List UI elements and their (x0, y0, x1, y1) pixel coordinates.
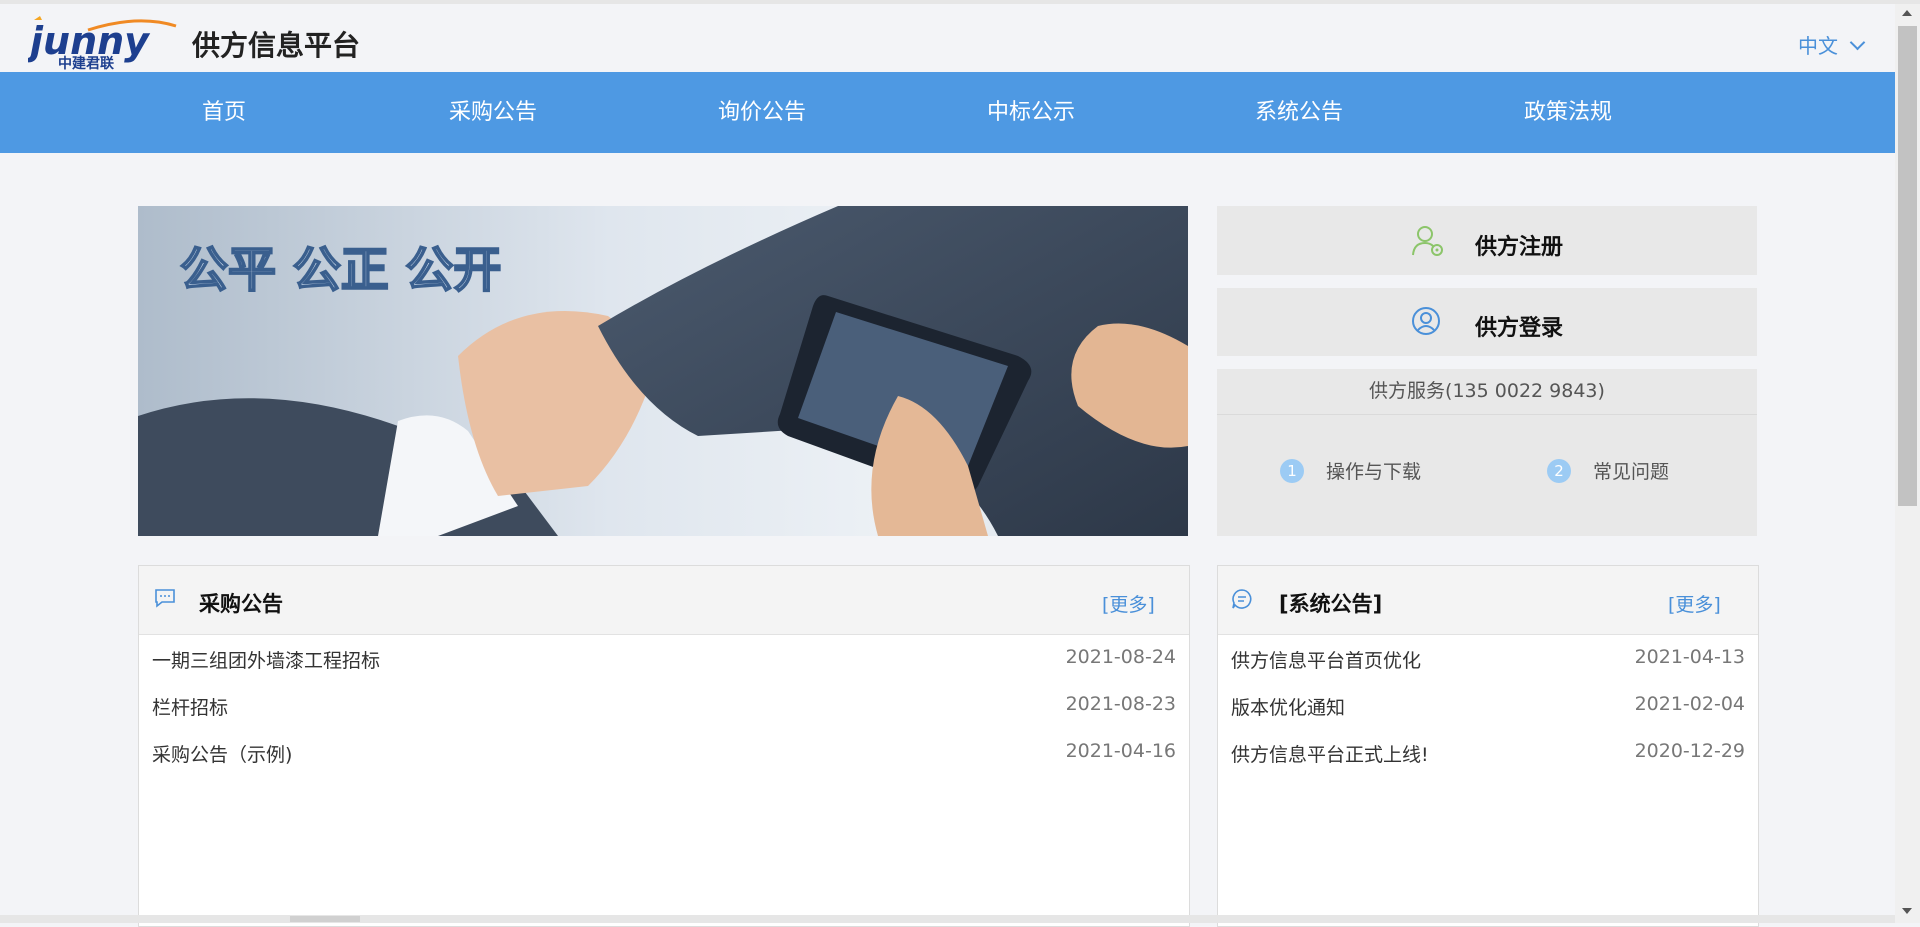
vertical-scrollbar[interactable] (1895, 4, 1920, 923)
site-title: 供方信息平台 (192, 29, 361, 62)
junny-logo[interactable]: junny 中建君联 (28, 14, 184, 70)
faq-label: 常见问题 (1593, 461, 1670, 483)
logo-subtext: 中建君联 (58, 55, 115, 70)
register-label: 供方注册 (1475, 235, 1564, 260)
nav-item-procurement[interactable]: 采购公告 (449, 72, 537, 153)
list-item-date: 2021-02-04 (1634, 693, 1745, 715)
procurement-more-link[interactable]: [更多] (1102, 590, 1155, 617)
main-nav: 首页 采购公告 询价公告 中标公示 系统公告 政策法规 (0, 72, 1895, 153)
operation-download-link[interactable]: 1 操作与下载 (1280, 457, 1421, 485)
supplier-service-panel: 供方服务(135 0022 9843) 1 操作与下载 2 常见问题 (1217, 369, 1757, 536)
hero-banner: 公平 公正 公开 (138, 206, 1188, 536)
chevron-down-icon (1849, 34, 1866, 51)
number-badge-1: 1 (1280, 458, 1304, 483)
list-item[interactable]: 采购公告（示例) 2021-04-16 (139, 730, 1189, 777)
nav-item-policy[interactable]: 政策法规 (1524, 72, 1612, 153)
list-item[interactable]: 供方信息平台首页优化 2021-04-13 (1218, 636, 1758, 683)
list-item-title: 供方信息平台首页优化 (1231, 650, 1422, 672)
system-more-link[interactable]: [更多] (1668, 590, 1721, 617)
scrollbar-thumb[interactable] (1898, 26, 1917, 506)
list-item-date: 2021-04-16 (1065, 740, 1176, 762)
handshake-image: 公平 公正 公开 (138, 206, 1188, 536)
comment-icon (1232, 589, 1252, 609)
procurement-title: 采购公告 (199, 592, 283, 616)
site-header: junny 中建君联 供方信息平台 中文 (0, 4, 1895, 72)
register-button[interactable]: 供方注册 (1217, 206, 1757, 275)
login-label: 供方登录 (1475, 316, 1564, 341)
list-item[interactable]: 栏杆招标 2021-08-23 (139, 683, 1189, 730)
list-item-title: 一期三组团外墙漆工程招标 (152, 650, 381, 672)
nav-item-system[interactable]: 系统公告 (1255, 72, 1343, 153)
scroll-down-arrow-icon[interactable] (1902, 908, 1912, 914)
list-item-date: 2021-08-24 (1065, 646, 1176, 668)
number-badge-2: 2 (1547, 458, 1571, 483)
list-item-title: 栏杆招标 (152, 697, 229, 719)
system-panel-header: [系统公告] [更多] (1218, 566, 1758, 635)
nav-item-home[interactable]: 首页 (202, 72, 246, 153)
list-item-title: 采购公告（示例) (152, 744, 293, 766)
list-item[interactable]: 版本优化通知 2021-02-04 (1218, 683, 1758, 730)
language-selector[interactable]: 中文 (1798, 30, 1866, 59)
horizontal-scrollbar-thumb[interactable] (290, 916, 360, 922)
language-label: 中文 (1798, 34, 1838, 58)
list-item-date: 2020-12-29 (1634, 740, 1745, 762)
chat-bubble-icon (155, 589, 175, 608)
list-item-title: 版本优化通知 (1231, 697, 1346, 719)
login-button[interactable]: 供方登录 (1217, 288, 1757, 356)
procurement-panel-header: 采购公告 [更多] (139, 566, 1189, 635)
list-item-date: 2021-04-13 (1634, 646, 1745, 668)
banner-slogan: 公平 公正 公开 (180, 242, 501, 298)
list-item[interactable]: 供方信息平台正式上线! 2020-12-29 (1218, 730, 1758, 777)
nav-item-award[interactable]: 中标公示 (987, 72, 1075, 153)
user-settings-icon (1412, 226, 1443, 256)
service-hotline: 供方服务(135 0022 9843) (1217, 369, 1757, 415)
horizontal-scrollbar[interactable] (0, 915, 1895, 923)
system-notice-panel: [系统公告] [更多] 供方信息平台首页优化 2021-04-13 版本优化通知… (1217, 565, 1759, 927)
nav-item-inquiry[interactable]: 询价公告 (718, 72, 806, 153)
list-item[interactable]: 一期三组团外墙漆工程招标 2021-08-24 (139, 636, 1189, 683)
list-item-date: 2021-08-23 (1065, 693, 1176, 715)
system-title: [系统公告] (1279, 592, 1383, 616)
faq-link[interactable]: 2 常见问题 (1547, 457, 1669, 485)
procurement-panel: 采购公告 [更多] 一期三组团外墙漆工程招标 2021-08-24 栏杆招标 2… (138, 565, 1190, 927)
user-circle-icon (1412, 307, 1440, 335)
scroll-up-arrow-icon[interactable] (1902, 10, 1912, 16)
list-item-title: 供方信息平台正式上线! (1231, 744, 1429, 766)
operation-download-label: 操作与下载 (1326, 461, 1422, 483)
